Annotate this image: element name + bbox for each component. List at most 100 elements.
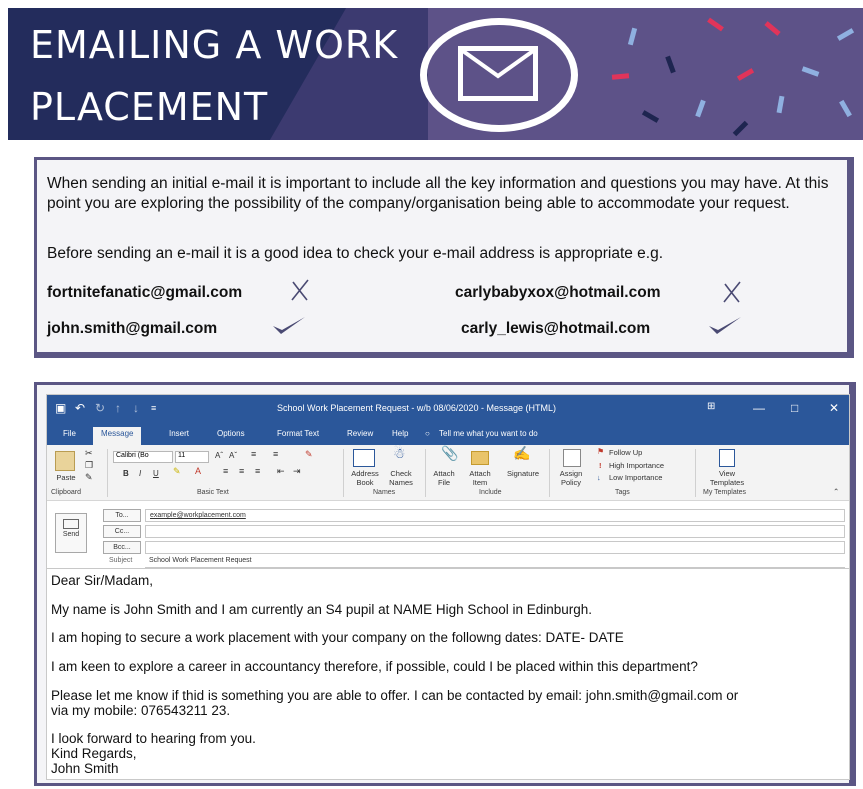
tab-file[interactable]: File [63, 429, 76, 438]
divider [695, 449, 696, 497]
bcc-button[interactable]: Bcc... [103, 541, 141, 554]
attach-file-button[interactable]: Attach File [429, 469, 459, 487]
body-line: Please let me know if thid is something … [51, 688, 739, 703]
redo-icon[interactable]: ↻ [95, 401, 105, 415]
clipboard-icon [55, 451, 75, 471]
address-book-icon [353, 449, 375, 467]
banner-title-line2: PLACEMENT [30, 85, 269, 129]
increase-indent-icon[interactable]: ⇥ [293, 467, 301, 476]
cc-button[interactable]: Cc... [103, 525, 141, 538]
group-names: Names [373, 489, 396, 496]
view-templates-button[interactable]: View Templates [703, 469, 751, 487]
body-line: I am hoping to secure a work placement w… [51, 630, 624, 645]
body-line: via my mobile: 076543211 23. [51, 703, 231, 718]
font-name-select[interactable]: Calibri (Bo [113, 451, 173, 463]
check-names-button[interactable]: Check Names [387, 469, 415, 487]
tab-review[interactable]: Review [347, 429, 373, 438]
cc-field[interactable] [145, 525, 845, 538]
save-icon[interactable]: ▣ [55, 401, 66, 415]
low-importance-button[interactable]: Low Importance [609, 473, 662, 482]
align-left-icon[interactable]: ≡ [223, 467, 228, 476]
example-email: carly_lewis@hotmail.com [461, 320, 651, 337]
up-arrow-icon[interactable]: ↑ [115, 401, 121, 415]
body-line: My name is John Smith and I am currently… [51, 602, 593, 617]
tell-me-search[interactable]: Tell me what you want to do [439, 429, 538, 438]
check-icon [271, 314, 307, 342]
clear-formatting-icon[interactable]: ✎ [305, 450, 313, 459]
flag-icon: ⚑ [597, 447, 605, 456]
divider [549, 449, 550, 497]
numbering-icon[interactable]: ≡ [273, 450, 278, 459]
tab-options[interactable]: Options [217, 429, 245, 438]
divider [425, 449, 426, 497]
body-line: John Smith [51, 761, 119, 776]
italic-button[interactable]: I [139, 469, 141, 478]
header-banner: EMAILING A WORK PLACEMENT [8, 8, 863, 140]
send-label: Send [62, 531, 80, 538]
decrease-indent-icon[interactable]: ⇤ [277, 467, 285, 476]
cross-icon [721, 280, 743, 310]
body-line: Dear Sir/Madam, [51, 573, 154, 588]
body-line: Kind Regards, [51, 746, 137, 761]
undo-icon[interactable]: ↶ [75, 401, 85, 415]
down-arrow-icon[interactable]: ↓ [133, 401, 139, 415]
info-paragraph-1: When sending an initial e-mail it is imp… [47, 175, 829, 212]
view-templates-icon [719, 449, 735, 467]
send-button[interactable]: Send [55, 513, 87, 553]
info-paragraph-2: Before sending an e-mail it is a good id… [47, 245, 664, 262]
group-my-templates: My Templates [703, 489, 747, 496]
tab-format-text[interactable]: Format Text [277, 429, 319, 438]
copy-icon[interactable]: ❐ [85, 461, 93, 470]
shrink-font-icon[interactable]: Aˇ [229, 451, 237, 460]
tab-insert[interactable]: Insert [169, 429, 189, 438]
divider [107, 449, 108, 497]
collapse-ribbon-icon[interactable]: ⌃ [833, 487, 839, 496]
to-button[interactable]: To... [103, 509, 141, 522]
subject-field[interactable]: School Work Placement Request [145, 555, 845, 568]
low-importance-icon: ↓ [597, 473, 601, 482]
align-right-icon[interactable]: ≡ [255, 467, 260, 476]
info-box: When sending an initial e-mail it is imp… [34, 157, 854, 358]
paperclip-icon: 📎 [441, 445, 459, 461]
assign-policy-button[interactable]: Assign Policy [553, 469, 589, 487]
font-color-icon[interactable]: A [195, 467, 201, 476]
to-field[interactable]: example@workplacement.com [145, 509, 845, 522]
high-importance-icon: ! [599, 461, 602, 470]
cross-icon [289, 278, 311, 308]
window-title: School Work Placement Request - w/b 08/0… [277, 403, 556, 413]
signature-button[interactable]: Signature [501, 469, 545, 478]
attach-item-icon [471, 451, 489, 465]
highlight-icon[interactable]: ✎ [173, 467, 181, 476]
example-email: fortnitefanatic@gmail.com [47, 284, 243, 301]
attach-item-button[interactable]: Attach Item [463, 469, 497, 487]
bcc-field[interactable] [145, 541, 845, 554]
tab-help[interactable]: Help [392, 429, 408, 438]
lightbulb-icon: ○ [425, 429, 430, 438]
high-importance-button[interactable]: High Importance [609, 461, 664, 470]
cut-icon[interactable]: ✂ [85, 449, 93, 458]
group-tags: Tags [615, 489, 630, 496]
outlook-window: ▣ ↶ ↻ ↑ ↓ ≡ School Work Placement Reques… [46, 394, 850, 780]
minimize-icon[interactable]: — [753, 401, 765, 415]
ribbon-display-icon[interactable]: ⊞ [707, 401, 715, 412]
banner-title-line1: EMAILING A WORK [30, 23, 399, 67]
underline-button[interactable]: U [153, 469, 159, 478]
format-painter-icon[interactable]: ✎ [85, 473, 93, 482]
grow-font-icon[interactable]: Aˆ [215, 451, 223, 460]
font-size-select[interactable]: 11 [175, 451, 209, 463]
bold-button[interactable]: B [123, 469, 129, 478]
tab-message[interactable]: Message [93, 427, 142, 445]
divider [343, 449, 344, 497]
group-include: Include [479, 489, 502, 496]
title-bar: ▣ ↶ ↻ ↑ ↓ ≡ School Work Placement Reques… [47, 395, 849, 425]
paste-button[interactable]: Paste [51, 473, 81, 482]
message-body[interactable]: Dear Sir/Madam, My name is John Smith an… [47, 568, 849, 779]
maximize-icon[interactable]: □ [791, 401, 798, 415]
ribbon: Paste ✂ ❐ ✎ Clipboard Calibri (Bo 11 Aˆ … [47, 445, 849, 501]
follow-up-button[interactable]: Follow Up [609, 448, 642, 457]
close-icon[interactable]: ✕ [829, 401, 839, 415]
address-book-button[interactable]: Address Book [347, 469, 383, 487]
bullets-icon[interactable]: ≡ [251, 450, 256, 459]
customize-icon[interactable]: ≡ [151, 403, 156, 413]
align-center-icon[interactable]: ≡ [239, 467, 244, 476]
